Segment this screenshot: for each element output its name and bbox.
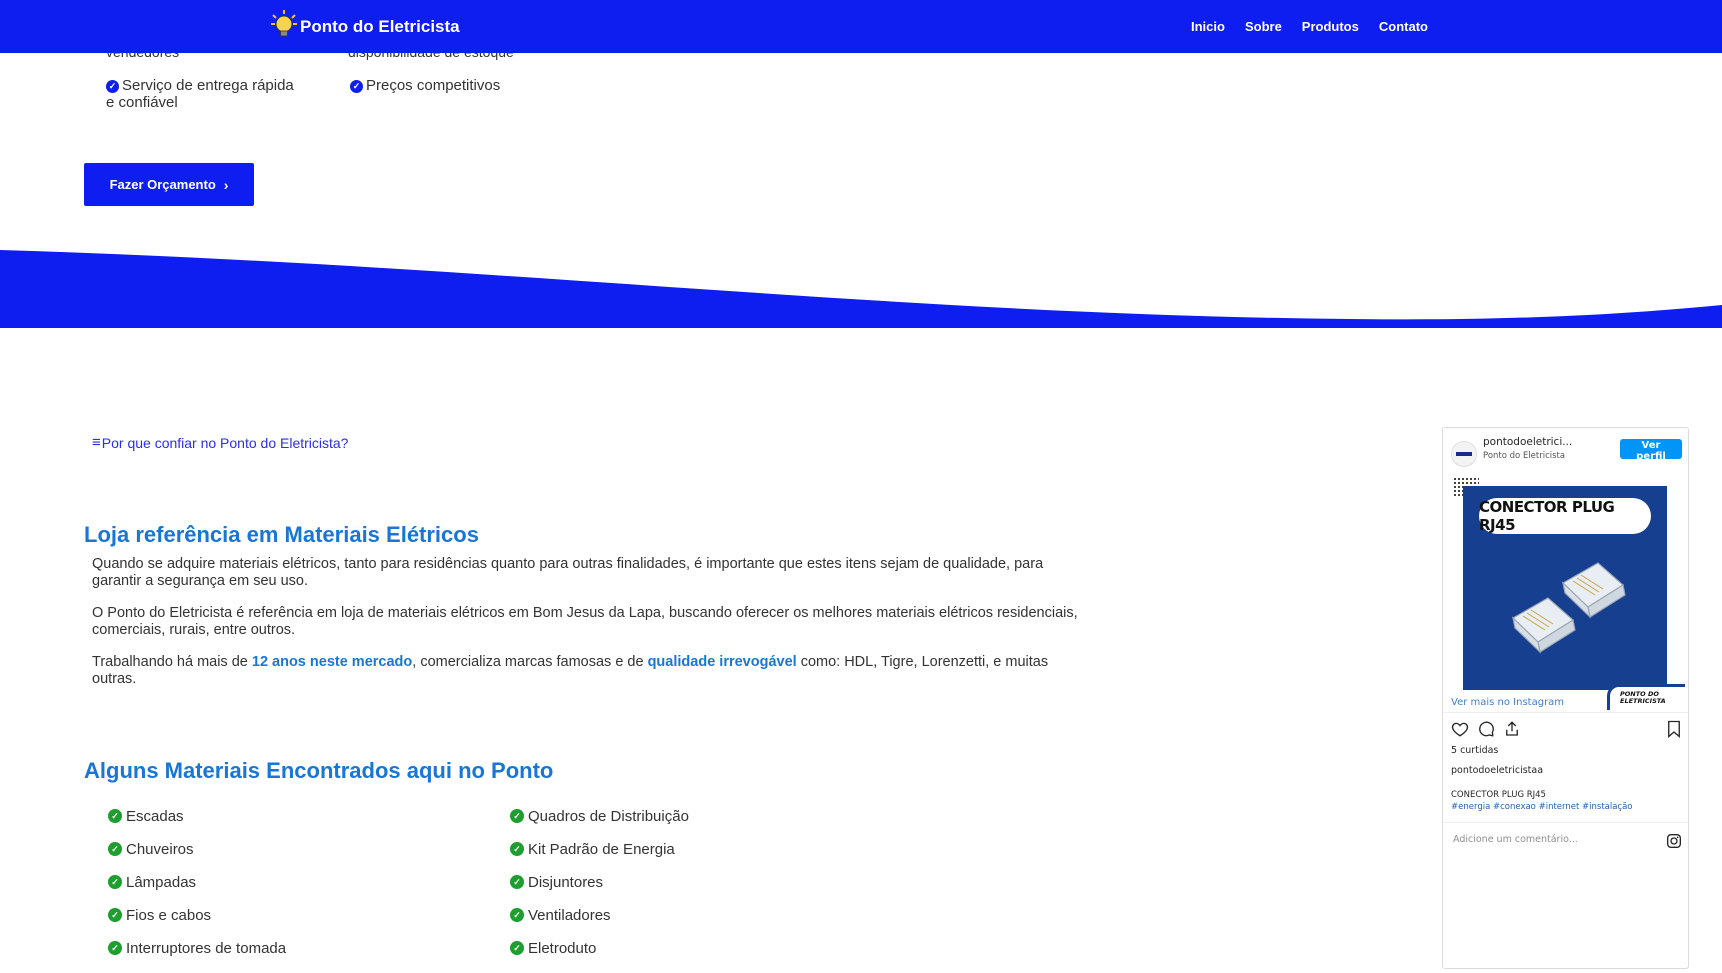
check-circle-icon: ✓	[108, 941, 122, 955]
rj45-connector-image	[1512, 562, 1626, 654]
list-item: ✓ Kit Padrão de Energia	[510, 841, 689, 874]
section-title-materiais: Alguns Materiais Encontrados aqui no Pon…	[84, 758, 554, 783]
feature-precos-label: Preços competitivos	[366, 77, 501, 94]
menu-icon: ≡	[92, 434, 101, 451]
check-circle-icon: ✓	[510, 941, 524, 955]
instagram-display-name: Ponto do Eletricista	[1483, 451, 1566, 461]
section-title-loja: Loja referência em Materiais Elétricos	[84, 522, 479, 547]
highlight-qualidade: qualidade irrevogável	[647, 654, 797, 670]
nav-produtos[interactable]: Produtos	[1302, 19, 1359, 34]
nav-contato[interactable]: Contato	[1379, 19, 1428, 34]
fazer-orcamento-button[interactable]: Fazer Orçamento ›	[84, 163, 254, 206]
check-circle-icon: ✓	[106, 80, 119, 93]
avatar[interactable]	[1451, 441, 1477, 467]
loja-p3-a: Trabalhando há mais de	[92, 654, 252, 670]
list-item-label: Disjuntores	[528, 874, 604, 891]
instagram-caption: CONECTOR PLUG RJ45	[1451, 790, 1546, 800]
list-item-label: Chuveiros	[126, 841, 194, 858]
brand-logo-link[interactable]: Ponto do Eletricista	[270, 9, 460, 39]
list-item: ✓ Eletroduto	[510, 940, 689, 973]
loja-paragraph-3: Trabalhando há mais de 12 anos neste mer…	[92, 654, 1092, 688]
post-card-title: CONECTOR PLUG RJ45	[1479, 498, 1651, 534]
ver-perfil-button[interactable]: Ver perfil	[1620, 439, 1682, 462]
post-card: CONECTOR PLUG RJ45 PONTO DO ELETRICISTA	[1463, 486, 1685, 710]
check-circle-icon: ✓	[108, 842, 122, 856]
check-circle-icon: ✓	[510, 809, 524, 823]
list-item: ✓ Chuveiros	[108, 841, 286, 874]
check-circle-icon: ✓	[108, 908, 122, 922]
instagram-header: pontodoeletrici... Ponto do Eletricista …	[1443, 428, 1688, 472]
instagram-username[interactable]: pontodoeletrici...	[1483, 436, 1572, 448]
list-item: ✓ Escadas	[108, 808, 286, 841]
nav-inicio[interactable]: Inicio	[1191, 19, 1225, 34]
list-item: ✓ Fios e cabos	[108, 907, 286, 940]
list-item: ✓ Quadros de Distribuição	[510, 808, 689, 841]
instagram-owner[interactable]: pontodoeletricistaa	[1443, 765, 1688, 776]
list-item-label: Lâmpadas	[126, 874, 197, 891]
wave-divider	[0, 250, 1722, 328]
brand-name: Ponto do Eletricista	[300, 17, 460, 36]
check-circle-icon: ✓	[510, 842, 524, 856]
feature-entrega-label: Serviço de entrega rápida e confiável	[106, 77, 294, 111]
list-item-label: Kit Padrão de Energia	[528, 841, 675, 858]
post-logo-line2: ELETRICISTA	[1620, 697, 1666, 705]
bookmark-icon[interactable]	[1666, 720, 1682, 738]
toc-link[interactable]: ≡ Por que confiar no Ponto do Eletricist…	[92, 434, 348, 451]
post-brand-logo: PONTO DO ELETRICISTA	[1607, 684, 1685, 710]
list-item: ✓ Ventiladores	[510, 907, 689, 940]
instagram-comment-bar	[1443, 822, 1688, 859]
list-item-label: Fios e cabos	[126, 907, 212, 924]
instagram-likes: 5 curtidas	[1451, 745, 1499, 756]
materiais-list-right: ✓ Quadros de Distribuição ✓ Kit Padrão de …	[510, 808, 689, 973]
list-item-label: Ventiladores	[528, 907, 611, 924]
materiais-list-left: ✓ Escadas ✓ Chuveiros ✓ Lâmpadas ✓ Fios e ca…	[108, 808, 286, 973]
instagram-post-image[interactable]: CONECTOR PLUG RJ45 PONTO DO ELETRICISTA …	[1443, 472, 1688, 712]
instagram-embed: pontodoeletrici... Ponto do Eletricista …	[1442, 427, 1689, 969]
loja-p3-b: , comercializa marcas famosas e de	[412, 654, 648, 670]
ver-mais-instagram-link[interactable]: Ver mais no Instagram	[1451, 697, 1564, 708]
list-item-label: Escadas	[126, 808, 184, 825]
check-circle-icon: ✓	[510, 908, 524, 922]
cta-label: Fazer Orçamento	[109, 177, 216, 192]
check-circle-icon: ✓	[108, 875, 122, 889]
check-circle-icon: ✓	[510, 875, 524, 889]
instagram-icon[interactable]	[1666, 833, 1682, 849]
list-item: ✓ Lâmpadas	[108, 874, 286, 907]
heart-icon[interactable]	[1451, 720, 1469, 738]
main-nav: Inicio Sobre Produtos Contato	[1191, 19, 1448, 34]
instagram-hashtags[interactable]: #energia #conexao #internet #instalação	[1443, 802, 1688, 812]
nav-sobre[interactable]: Sobre	[1245, 19, 1282, 34]
site-header: Ponto do Eletricista Inicio Sobre Produt…	[0, 0, 1722, 53]
check-circle-icon: ✓	[108, 809, 122, 823]
highlight-12-anos: 12 anos neste mercado	[251, 654, 413, 670]
comment-icon[interactable]	[1477, 720, 1495, 738]
lightbulb-icon	[271, 10, 297, 37]
share-icon[interactable]	[1503, 720, 1521, 738]
instagram-actions	[1443, 712, 1688, 743]
feature-precos: ✓ Preços competitivos	[350, 77, 570, 94]
list-item-label: Quadros de Distribuição	[528, 808, 689, 825]
loja-paragraph-2: O Ponto do Eletricista é referência em l…	[92, 605, 1078, 638]
list-item: ✓ Disjuntores	[510, 874, 689, 907]
chevron-right-icon: ›	[223, 176, 229, 193]
feature-entrega: ✓ Serviço de entrega rápida e confiável	[106, 77, 306, 111]
loja-paragraph-1: Quando se adquire materiais elétricos, t…	[92, 556, 1044, 589]
toc-link-label: Por que confiar no Ponto do Eletricista?	[101, 434, 349, 451]
list-item-label: Interruptores de tomada	[126, 940, 287, 957]
comment-input[interactable]	[1451, 833, 1645, 846]
list-item: ✓ Interruptores de tomada	[108, 940, 286, 973]
check-circle-icon: ✓	[350, 80, 363, 93]
list-item-label: Eletroduto	[528, 940, 597, 957]
